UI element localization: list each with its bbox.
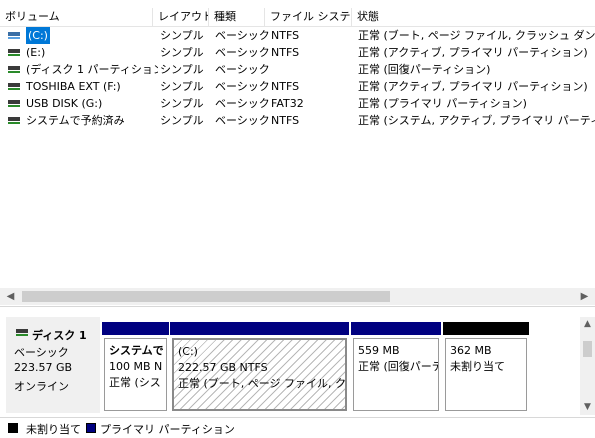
volume-name: (E:) — [26, 46, 46, 59]
type-cell: ベーシック — [215, 114, 269, 127]
layout-cell: シンプル — [160, 29, 204, 42]
volume-icon — [8, 32, 20, 39]
column-header-status[interactable]: 状態 — [352, 8, 595, 26]
volume-name: (C:) — [26, 27, 50, 44]
volume-icon — [8, 49, 20, 56]
legend: 未割り当て プライマリ パーティション — [0, 417, 595, 438]
volume-row[interactable]: USB DISK (G:) シンプル ベーシック FAT32 正常 (プライマリ… — [0, 95, 595, 112]
volume-row[interactable]: (C:) シンプル ベーシック NTFS 正常 (ブート, ページ ファイル, … — [0, 27, 595, 44]
type-cell: ベーシック — [215, 80, 269, 93]
partition-body: 559 MB 正常 (回復パーテ — [353, 338, 439, 411]
partition-size: 222.57 GB NTFS — [178, 361, 268, 374]
partition-status: 正常 (シス — [109, 376, 161, 389]
volume-row[interactable]: TOSHIBA EXT (F:) シンプル ベーシック NTFS 正常 (アクテ… — [0, 78, 595, 95]
partition-title: (C:) — [178, 345, 198, 358]
type-cell: ベーシック — [215, 46, 269, 59]
filesystem-cell: NTFS — [271, 80, 300, 93]
filesystem-cell: FAT32 — [271, 97, 304, 110]
filesystem-cell: NTFS — [271, 114, 300, 127]
partition-header — [351, 322, 441, 335]
partition-body: システムで 100 MB N 正常 (シス — [104, 338, 167, 411]
partition-system-reserved[interactable]: システムで 100 MB N 正常 (シス — [102, 322, 169, 413]
disk-state: オンライン — [14, 380, 69, 393]
volume-cell: USB DISK (G:) — [8, 95, 156, 112]
status-cell: 正常 (回復パーティション) — [358, 63, 491, 76]
volume-icon — [8, 66, 20, 73]
partition-title: システムで — [109, 344, 164, 357]
status-cell: 正常 (アクティブ, プライマリ パーティション) — [358, 80, 588, 93]
volume-row[interactable]: (ディスク 1 パーティション 3) シンプル ベーシック 正常 (回復パーティ… — [0, 61, 595, 78]
volume-cell: (C:) — [8, 27, 156, 44]
status-cell: 正常 (プライマリ パーティション) — [358, 97, 527, 110]
scroll-down-icon[interactable]: ▼ — [580, 400, 595, 415]
volume-row[interactable]: システムで予約済み シンプル ベーシック NTFS 正常 (システム, アクティ… — [0, 112, 595, 129]
volume-cell: (ディスク 1 パーティション 3) — [8, 61, 158, 78]
partition-header — [170, 322, 349, 335]
partition-size: 559 MB — [358, 344, 400, 357]
legend-label-primary: プライマリ パーティション — [100, 423, 235, 436]
layout-cell: シンプル — [160, 97, 204, 110]
legend-label-unallocated: 未割り当て — [26, 423, 81, 436]
partition-status: 未割り当て — [450, 360, 505, 373]
status-cell: 正常 (システム, アクティブ, プライマリ パーティション) — [358, 114, 595, 127]
column-header-volume[interactable]: ボリューム — [0, 8, 153, 26]
vertical-scrollbar[interactable]: ▲ ▼ — [580, 317, 595, 415]
disk-graphic-view: ディスク 1 ベーシック 223.57 GB オンライン システムで 100 M… — [0, 315, 595, 415]
disk-label[interactable]: ディスク 1 ベーシック 223.57 GB オンライン — [6, 317, 100, 413]
disk-kind: ベーシック — [14, 346, 69, 359]
layout-cell: シンプル — [160, 114, 204, 127]
volume-cell: TOSHIBA EXT (F:) — [8, 78, 156, 95]
volume-name: TOSHIBA EXT (F:) — [26, 80, 121, 93]
partition-status: 正常 (ブート, ページ ファイル, クラッシ — [178, 377, 347, 390]
volume-cell: システムで予約済み — [8, 112, 156, 129]
volume-list: ボリューム レイアウト 種類 ファイル システム 状態 (C:) シンプル ベー… — [0, 0, 595, 307]
volume-icon — [8, 117, 20, 124]
filesystem-cell: NTFS — [271, 29, 300, 42]
volume-icon — [8, 83, 20, 90]
partition-recovery[interactable]: 559 MB 正常 (回復パーテ — [351, 322, 441, 413]
partition-header — [102, 322, 169, 335]
layout-cell: シンプル — [160, 63, 204, 76]
filesystem-cell — [271, 61, 355, 78]
volume-cell: (E:) — [8, 44, 156, 61]
volume-row[interactable]: (E:) シンプル ベーシック NTFS 正常 (アクティブ, プライマリ パー… — [0, 44, 595, 61]
horizontal-scrollbar[interactable]: ◀ ▶ — [0, 288, 595, 305]
layout-cell: シンプル — [160, 80, 204, 93]
volume-name: USB DISK (G:) — [26, 97, 103, 110]
disk-icon — [16, 329, 28, 336]
horizontal-scroll-thumb[interactable] — [22, 291, 390, 302]
type-cell: ベーシック — [215, 97, 269, 110]
partition-body: (C:) 222.57 GB NTFS 正常 (ブート, ページ ファイル, ク… — [172, 338, 347, 411]
volume-icon — [8, 100, 20, 107]
partition-body: 362 MB 未割り当て — [445, 338, 527, 411]
type-cell: ベーシック — [215, 63, 269, 76]
disk-size: 223.57 GB — [14, 361, 73, 374]
partition-status: 正常 (回復パーテ — [358, 360, 439, 373]
legend-swatch-primary — [86, 423, 96, 433]
column-header-type[interactable]: 種類 — [209, 8, 265, 26]
partition-c[interactable]: (C:) 222.57 GB NTFS 正常 (ブート, ページ ファイル, ク… — [170, 322, 349, 413]
status-cell: 正常 (アクティブ, プライマリ パーティション) — [358, 46, 588, 59]
vertical-scroll-thumb[interactable] — [583, 341, 592, 357]
partition-size: 362 MB — [450, 344, 492, 357]
partition-size: 100 MB N — [109, 360, 163, 373]
partition-header — [443, 322, 529, 335]
volume-name: (ディスク 1 パーティション 3) — [26, 63, 158, 76]
partition-unallocated[interactable]: 362 MB 未割り当て — [443, 322, 529, 413]
volume-list-header: ボリューム レイアウト 種類 ファイル システム 状態 — [0, 8, 595, 27]
column-header-layout[interactable]: レイアウト — [153, 8, 209, 26]
scroll-right-icon[interactable]: ▶ — [576, 288, 593, 305]
disk-name: ディスク 1 — [32, 329, 87, 342]
scroll-up-icon[interactable]: ▲ — [580, 317, 595, 332]
layout-cell: シンプル — [160, 46, 204, 59]
volume-name: システムで予約済み — [26, 114, 125, 127]
legend-swatch-unallocated — [8, 423, 18, 433]
scroll-left-icon[interactable]: ◀ — [2, 288, 19, 305]
status-cell: 正常 (ブート, ページ ファイル, クラッシュ ダンプ, プライ — [358, 29, 595, 42]
filesystem-cell: NTFS — [271, 46, 300, 59]
column-header-filesystem[interactable]: ファイル システム — [265, 8, 352, 26]
type-cell: ベーシック — [215, 29, 269, 42]
